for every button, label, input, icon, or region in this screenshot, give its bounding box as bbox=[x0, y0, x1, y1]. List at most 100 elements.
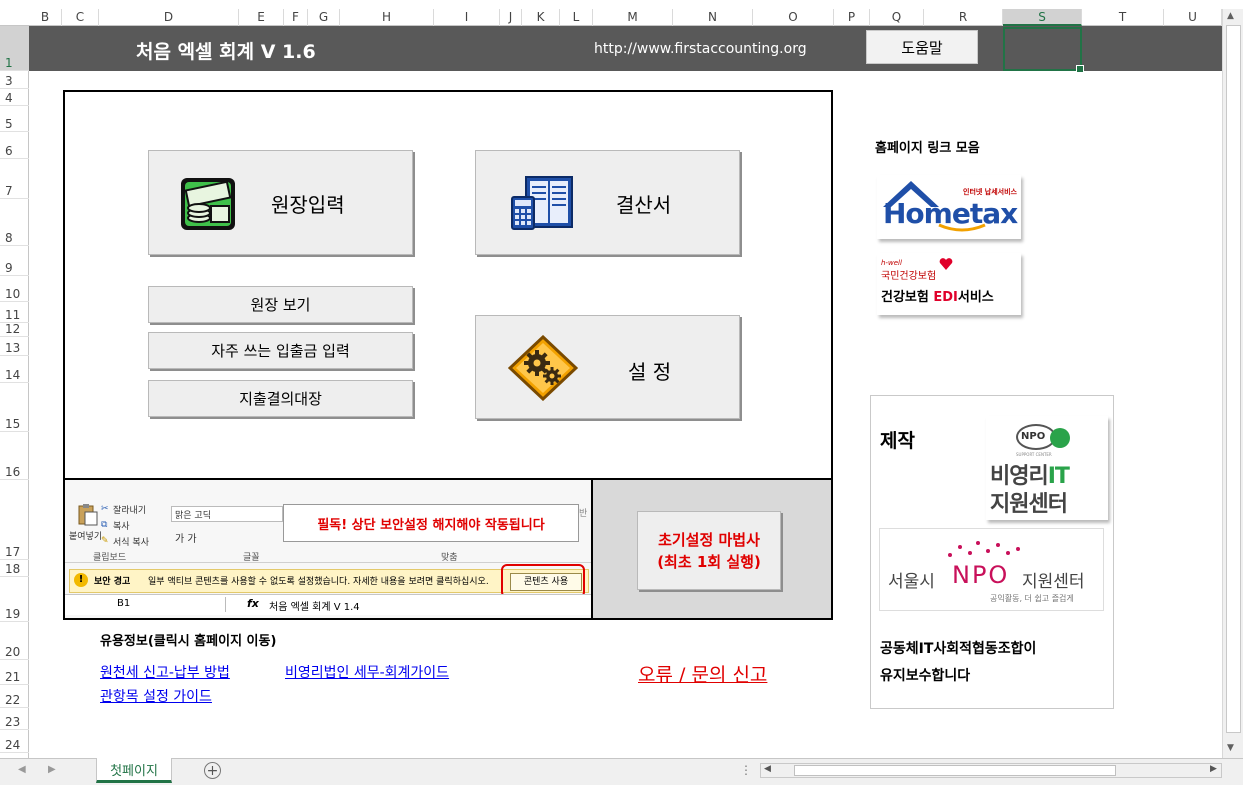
column-header-p[interactable]: P bbox=[834, 9, 870, 26]
report-issue-link[interactable]: 오류 / 문의 신고 bbox=[638, 660, 767, 687]
vertical-scroll-thumb[interactable] bbox=[1226, 25, 1241, 733]
row-header-12[interactable]: 12 bbox=[0, 322, 29, 337]
ledger-view-button[interactable]: 원장 보기 bbox=[148, 286, 413, 323]
maker-label: 제작 bbox=[880, 430, 915, 452]
row-header-16[interactable]: 16 bbox=[0, 432, 29, 480]
security-guide-screenshot: 붙여넣기 잘라내기 복사 서식 복사 ✂ ⧉ ✎ 클립보드 맑은 고딕 가 가 … bbox=[65, 480, 591, 618]
gears-icon bbox=[508, 335, 578, 401]
nhis-name: 국민건강보험 bbox=[881, 271, 937, 282]
nonprofit-guide-link[interactable]: 비영리법인 세무-회계가이드 bbox=[285, 662, 449, 682]
row-header-20[interactable]: 20 bbox=[0, 622, 29, 660]
row-header-11[interactable]: 11 bbox=[0, 302, 29, 323]
row-header-7[interactable]: 7 bbox=[0, 159, 29, 199]
expense-register-button[interactable]: 지출결의대장 bbox=[148, 380, 413, 417]
scissors-icon: ✂ bbox=[101, 504, 109, 514]
column-header-l[interactable]: L bbox=[560, 9, 593, 26]
row-header-10[interactable]: 10 bbox=[0, 276, 29, 302]
fill-handle[interactable] bbox=[1076, 65, 1084, 73]
top-strip bbox=[0, 0, 1243, 9]
statements-button[interactable]: 결산서 bbox=[475, 150, 740, 255]
nhis-edi-part3: 서비스 bbox=[957, 290, 994, 305]
row-header: 1 3 4 5 6 7 8 9 10 11 12 13 14 15 16 17 … bbox=[0, 26, 29, 758]
column-header-o[interactable]: O bbox=[753, 9, 834, 26]
add-sheet-icon[interactable]: + bbox=[204, 762, 221, 779]
nhis-small-text: h-well bbox=[881, 259, 902, 267]
scroll-up-icon[interactable]: ▲ bbox=[1227, 11, 1234, 21]
column-header-m[interactable]: M bbox=[593, 9, 673, 26]
format-painter-label: 서식 복사 bbox=[113, 538, 149, 548]
row-header-14[interactable]: 14 bbox=[0, 356, 29, 383]
column-header-b[interactable]: B bbox=[29, 9, 62, 26]
it-circle-icon bbox=[1050, 428, 1070, 448]
column-header-e[interactable]: E bbox=[239, 9, 284, 26]
row-header-22[interactable]: 22 bbox=[0, 685, 29, 708]
setup-wizard-button[interactable]: 초기설정 마법사 (최초 1회 실행) bbox=[637, 511, 781, 590]
column-header-f[interactable]: F bbox=[284, 9, 308, 26]
row-header-6[interactable]: 6 bbox=[0, 132, 29, 159]
withholding-tax-link[interactable]: 원천세 신고-납부 방법 bbox=[100, 662, 230, 682]
homepage-links-header: 홈페이지 링크 모음 bbox=[875, 141, 980, 156]
split-handle-icon[interactable]: ⋮ bbox=[740, 763, 752, 777]
npo-badge-text: NPO bbox=[1021, 431, 1046, 442]
security-warning-title: 보안 경고 bbox=[94, 577, 131, 587]
column-header-i[interactable]: I bbox=[434, 9, 500, 26]
help-button[interactable]: 도움말 bbox=[866, 30, 978, 64]
row-header-3[interactable]: 3 bbox=[0, 71, 29, 89]
column-header-c[interactable]: C bbox=[62, 9, 99, 26]
tab-prev-icon[interactable]: ◀ bbox=[18, 764, 26, 775]
row-header-1[interactable]: 1 bbox=[0, 26, 29, 71]
ledger-book-icon bbox=[511, 176, 573, 230]
row-header-4[interactable]: 4 bbox=[0, 89, 29, 106]
seoul-center-text: 지원센터 bbox=[1022, 572, 1085, 592]
row-header-18[interactable]: 18 bbox=[0, 560, 29, 577]
wizard-label-line2: (최초 1회 실행) bbox=[657, 552, 761, 571]
column-header-n[interactable]: N bbox=[673, 9, 753, 26]
column-header-r[interactable]: R bbox=[924, 9, 1003, 26]
column-header-g[interactable]: G bbox=[308, 9, 340, 26]
wizard-label-line1: 초기설정 마법사 bbox=[658, 530, 760, 549]
row-header-13[interactable]: 13 bbox=[0, 337, 29, 356]
settings-button[interactable]: 설 정 bbox=[475, 315, 740, 419]
column-header-d[interactable]: D bbox=[99, 9, 239, 26]
column-header-u[interactable]: U bbox=[1164, 9, 1222, 26]
column-header-k[interactable]: K bbox=[522, 9, 560, 26]
frequent-entry-button[interactable]: 자주 쓰는 입출금 입력 bbox=[148, 332, 413, 369]
copy-icon: ⧉ bbox=[101, 520, 108, 530]
scroll-left-icon[interactable]: ◀ bbox=[764, 764, 771, 774]
hometax-swoosh-icon bbox=[938, 223, 986, 232]
app-title: 처음 엑셀 회계 V 1.6 bbox=[136, 41, 316, 63]
seoul-npo-center-logo[interactable]: 서울시 NPO 지원센터 공익활동, 더 쉽고 즐겁게 bbox=[879, 528, 1104, 611]
website-url[interactable]: http://www.firstaccounting.org bbox=[594, 41, 807, 57]
statements-label: 결산서 bbox=[616, 193, 672, 217]
column-header-j[interactable]: J bbox=[500, 9, 522, 26]
row-header-5[interactable]: 5 bbox=[0, 106, 29, 132]
vertical-scrollbar[interactable]: ▲ ▼ bbox=[1222, 9, 1243, 758]
column-header-q[interactable]: Q bbox=[870, 9, 924, 26]
row-header-19[interactable]: 19 bbox=[0, 577, 29, 622]
paste-label: 붙여넣기 bbox=[69, 532, 103, 542]
ledger-entry-button[interactable]: 원장입력 bbox=[148, 150, 413, 255]
sheet-tab-first-page[interactable]: 첫페이지 bbox=[96, 758, 172, 783]
row-header-21[interactable]: 21 bbox=[0, 660, 29, 685]
row-header-8[interactable]: 8 bbox=[0, 199, 29, 246]
scroll-down-icon[interactable]: ▼ bbox=[1227, 743, 1234, 753]
row-header-9[interactable]: 9 bbox=[0, 246, 29, 276]
npo-it-center-logo[interactable]: NPO SUPPORT CENTER 비영리IT 지원센터 bbox=[986, 416, 1108, 520]
column-header-t[interactable]: T bbox=[1082, 9, 1164, 26]
nhis-edi-link[interactable]: h-well 국민건강보험 건강보험 EDI서비스 bbox=[877, 253, 1021, 315]
hometax-link[interactable]: 인터넷 납세서비스 Hometax bbox=[877, 175, 1021, 239]
column-header-h[interactable]: H bbox=[340, 9, 434, 26]
account-setup-guide-link[interactable]: 관항목 설정 가이드 bbox=[100, 686, 212, 706]
nhis-edi-part1: 건강보험 bbox=[881, 290, 934, 305]
selected-cell[interactable] bbox=[1003, 27, 1084, 73]
warning-icon: ! bbox=[74, 573, 88, 587]
row-header-15[interactable]: 15 bbox=[0, 383, 29, 432]
tab-next-icon[interactable]: ▶ bbox=[48, 764, 56, 775]
row-header-24[interactable]: 24 bbox=[0, 730, 29, 753]
column-header-s[interactable]: S bbox=[1003, 9, 1082, 26]
horizontal-scroll-thumb[interactable] bbox=[794, 765, 1116, 776]
scroll-right-icon[interactable]: ▶ bbox=[1210, 764, 1217, 774]
row-header-17[interactable]: 17 bbox=[0, 480, 29, 560]
font-name-box[interactable]: 맑은 고딕 bbox=[171, 506, 283, 522]
row-header-23[interactable]: 23 bbox=[0, 708, 29, 730]
